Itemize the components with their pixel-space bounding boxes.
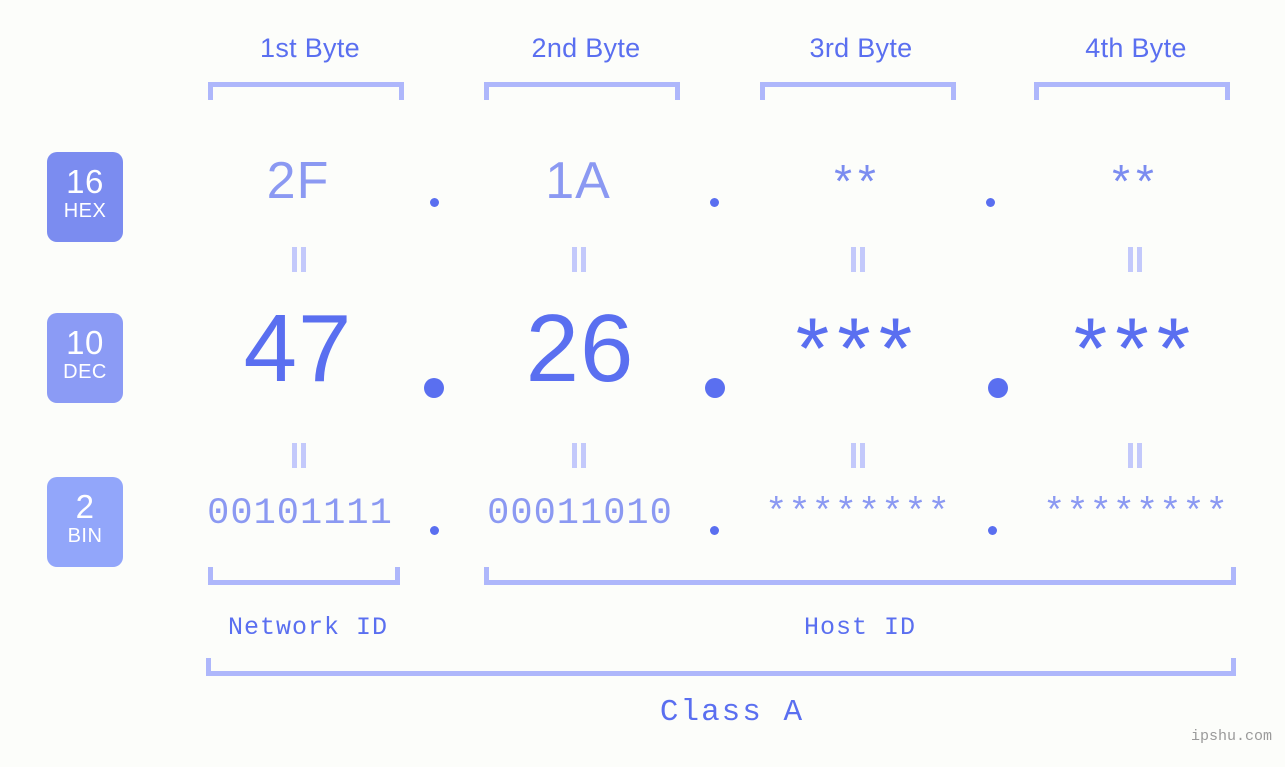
bin-byte-1: 00101111 — [207, 493, 393, 535]
base-badge-hex-number: 16 — [66, 163, 104, 200]
dec-byte-1: 47 — [243, 295, 353, 402]
dec-separator-dot-3 — [988, 378, 1008, 398]
hex-byte-3: ** — [834, 155, 882, 207]
byte-header-3: 3rd Byte — [809, 33, 913, 63]
network-id-label: Network ID — [227, 613, 389, 642]
byte-bracket-top-1 — [208, 82, 404, 100]
base-badge-hex-name: HEX — [63, 200, 107, 222]
byte-bracket-top-4 — [1034, 82, 1230, 100]
byte-bracket-top-3 — [760, 82, 956, 100]
base-badge-bin-name: BIN — [67, 525, 103, 547]
hex-byte-1: 2F — [266, 152, 330, 210]
equals-mark-dec-bin-3 — [850, 443, 866, 468]
byte-bracket-top-2 — [484, 82, 680, 100]
dec-byte-4: *** — [1073, 301, 1199, 397]
base-badge-bin: 2 BIN — [47, 477, 123, 567]
equals-mark-hex-dec-4 — [1127, 247, 1143, 272]
bin-byte-3: ******** — [765, 493, 951, 535]
base-badge-hex: 16 HEX — [47, 152, 123, 242]
base-badge-bin-number: 2 — [75, 488, 95, 525]
class-label: Class A — [659, 695, 805, 730]
equals-mark-hex-dec-2 — [571, 247, 587, 272]
equals-mark-dec-bin-1 — [291, 443, 307, 468]
bin-separator-dot-3 — [988, 526, 997, 535]
base-badge-dec-name: DEC — [63, 361, 107, 383]
byte-header-1: 1st Byte — [260, 33, 360, 63]
dec-separator-dot-1 — [424, 378, 444, 398]
network-id-bracket — [208, 567, 400, 585]
ip-byte-breakdown-diagram: 1st Byte 2nd Byte 3rd Byte 4th Byte 16 H… — [0, 0, 1285, 767]
host-id-bracket — [484, 567, 1236, 585]
dec-byte-3: *** — [795, 301, 921, 397]
equals-mark-hex-dec-3 — [850, 247, 866, 272]
bin-byte-4: ******** — [1043, 493, 1229, 535]
hex-byte-2: 1A — [545, 152, 611, 210]
class-bracket — [206, 658, 1236, 676]
bin-separator-dot-1 — [430, 526, 439, 535]
equals-mark-hex-dec-1 — [291, 247, 307, 272]
hex-separator-dot-3 — [986, 198, 995, 207]
base-badge-dec-number: 10 — [66, 324, 104, 361]
hex-byte-4: ** — [1112, 155, 1160, 207]
base-badge-dec: 10 DEC — [47, 313, 123, 403]
host-id-label: Host ID — [803, 613, 917, 642]
site-watermark: ipshu.com — [1190, 728, 1272, 745]
byte-header-2: 2nd Byte — [531, 33, 641, 63]
hex-separator-dot-1 — [430, 198, 439, 207]
hex-separator-dot-2 — [710, 198, 719, 207]
bin-separator-dot-2 — [710, 526, 719, 535]
dec-byte-2: 26 — [525, 295, 635, 402]
bin-byte-2: 00011010 — [487, 493, 673, 535]
byte-header-4: 4th Byte — [1085, 33, 1187, 63]
equals-mark-dec-bin-4 — [1127, 443, 1143, 468]
dec-separator-dot-2 — [705, 378, 725, 398]
equals-mark-dec-bin-2 — [571, 443, 587, 468]
